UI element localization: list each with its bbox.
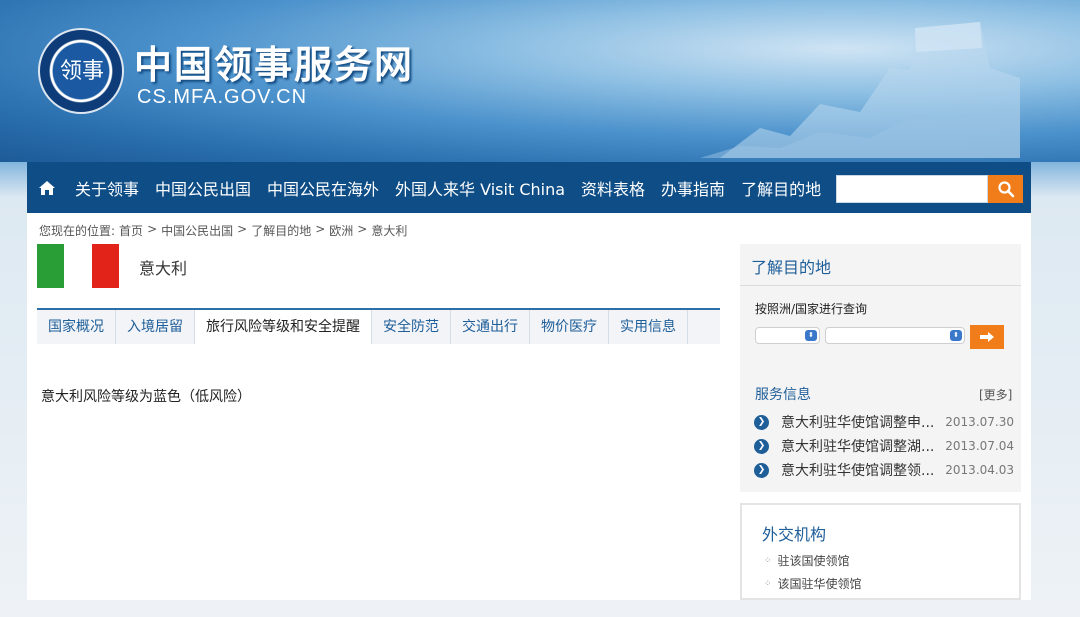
select-arrows-icon: ⬍ <box>805 330 817 341</box>
search-icon <box>997 181 1014 198</box>
nav-item-forms[interactable]: 资料表格 <box>573 176 653 200</box>
nav-item-destinations[interactable]: 了解目的地 <box>733 176 829 200</box>
home-button[interactable] <box>27 162 67 213</box>
country-select[interactable]: ⬍ <box>825 327 965 344</box>
nav-item-guide[interactable]: 办事指南 <box>653 176 733 200</box>
query-go-button[interactable] <box>970 325 1004 349</box>
news-title[interactable]: 意大利驻华使馆调整湖... <box>781 436 941 456</box>
logo-emblem-icon: 领事 <box>60 59 105 84</box>
continent-select[interactable]: ⬍ <box>755 327 820 344</box>
divider <box>740 285 1021 286</box>
main-panel: 您现在的位置: 首页 > 中国公民出国 > 了解目的地 > 欧洲 > 意大利 意… <box>27 213 1031 600</box>
nav-item-about-consular[interactable]: 关于领事 <box>67 176 147 200</box>
news-date: 2013.04.03 <box>945 463 1014 477</box>
risk-level-text: 意大利风险等级为蓝色（低风险） <box>41 389 251 405</box>
breadcrumb-prefix: 您现在的位置: <box>39 224 116 238</box>
service-info-title: 服务信息 <box>755 387 811 403</box>
breadcrumb-citizens-abroad[interactable]: 中国公民出国 <box>161 222 233 239</box>
arrow-right-icon <box>980 332 994 342</box>
tab-overview[interactable]: 国家概况 <box>37 310 116 344</box>
news-date: 2013.07.30 <box>945 415 1014 429</box>
search-input[interactable] <box>837 176 987 202</box>
site-title[interactable]: 中国领事服务网 <box>134 34 414 89</box>
link-label[interactable]: 驻该国使领馆 <box>778 552 850 569</box>
link-label[interactable]: 该国驻华使领馆 <box>778 575 862 592</box>
chevron-right-icon: ❯ <box>754 414 769 430</box>
home-icon <box>39 180 55 195</box>
chevron-right-icon: ❯ <box>754 462 769 478</box>
tab-travel-risk[interactable]: 旅行风险等级和安全提醒 <box>195 310 372 344</box>
destination-sidebar: 了解目的地 按照洲/国家进行查询 ⬍ ⬍ 服务信息 [更多] ❯ 意大利驻华使馆… <box>740 244 1021 492</box>
great-wall-graphic <box>700 22 1020 158</box>
breadcrumb-home[interactable]: 首页 <box>119 222 143 239</box>
consular-logo[interactable]: 领事 <box>38 28 124 114</box>
news-item[interactable]: ❯ 意大利驻华使馆调整领... 2013.04.03 <box>754 460 1014 480</box>
news-date: 2013.07.04 <box>945 439 1014 453</box>
breadcrumb-italy: 意大利 <box>371 224 408 238</box>
breadcrumb: 您现在的位置: 首页 > 中国公民出国 > 了解目的地 > 欧洲 > 意大利 <box>39 222 407 239</box>
diplomatic-title: 外交机构 <box>762 525 827 544</box>
query-label: 按照洲/国家进行查询 <box>755 302 868 316</box>
breadcrumb-separator: > <box>315 222 326 236</box>
chevron-right-icon: ❯ <box>754 438 769 454</box>
select-arrows-icon: ⬍ <box>950 330 962 341</box>
breadcrumb-europe[interactable]: 欧洲 <box>329 222 353 239</box>
breadcrumb-destinations[interactable]: 了解目的地 <box>251 222 311 239</box>
breadcrumb-separator: > <box>357 222 368 236</box>
nav-item-visit-china[interactable]: 外国人来华 Visit China <box>387 176 573 200</box>
italy-flag <box>37 244 119 288</box>
breadcrumb-separator: > <box>237 222 248 236</box>
search-button[interactable] <box>988 175 1023 203</box>
country-tabs: 国家概况 入境居留 旅行风险等级和安全提醒 安全防范 交通出行 物价医疗 实用信… <box>37 308 720 344</box>
site-header: 领事 中国领事服务网 CS.MFA.GOV.CN <box>0 0 1080 162</box>
news-title[interactable]: 意大利驻华使馆调整申... <box>781 412 941 432</box>
tab-prices-medical[interactable]: 物价医疗 <box>530 310 609 344</box>
nav-item-citizens-abroad[interactable]: 中国公民出国 <box>147 176 259 200</box>
bullet-icon: ⁘ <box>764 578 772 589</box>
tab-practical-info[interactable]: 实用信息 <box>609 310 688 344</box>
news-item[interactable]: ❯ 意大利驻华使馆调整申... 2013.07.30 <box>754 412 1014 432</box>
main-nav: 关于领事 中国公民出国 中国公民在海外 外国人来华 Visit China 资料… <box>27 162 1031 213</box>
diplomatic-box: 外交机构 ⁘ 驻该国使领馆 ⁘ 该国驻华使领馆 <box>740 503 1021 600</box>
more-link[interactable]: [更多] <box>979 386 1012 403</box>
tab-transport[interactable]: 交通出行 <box>451 310 530 344</box>
nav-item-citizens-overseas[interactable]: 中国公民在海外 <box>259 176 387 200</box>
tab-safety[interactable]: 安全防范 <box>372 310 451 344</box>
search-box <box>836 175 988 203</box>
site-domain: CS.MFA.GOV.CN <box>137 86 308 108</box>
news-title[interactable]: 意大利驻华使馆调整领... <box>781 460 941 480</box>
link-embassies-in-china[interactable]: ⁘ 该国驻华使领馆 <box>764 575 862 592</box>
breadcrumb-separator: > <box>147 222 158 236</box>
bullet-icon: ⁘ <box>764 555 772 566</box>
sidebar-title: 了解目的地 <box>751 258 832 277</box>
country-name: 意大利 <box>139 259 188 278</box>
tab-entry-residence[interactable]: 入境居留 <box>116 310 195 344</box>
link-embassies-in-country[interactable]: ⁘ 驻该国使领馆 <box>764 552 850 569</box>
news-item[interactable]: ❯ 意大利驻华使馆调整湖... 2013.07.04 <box>754 436 1014 456</box>
